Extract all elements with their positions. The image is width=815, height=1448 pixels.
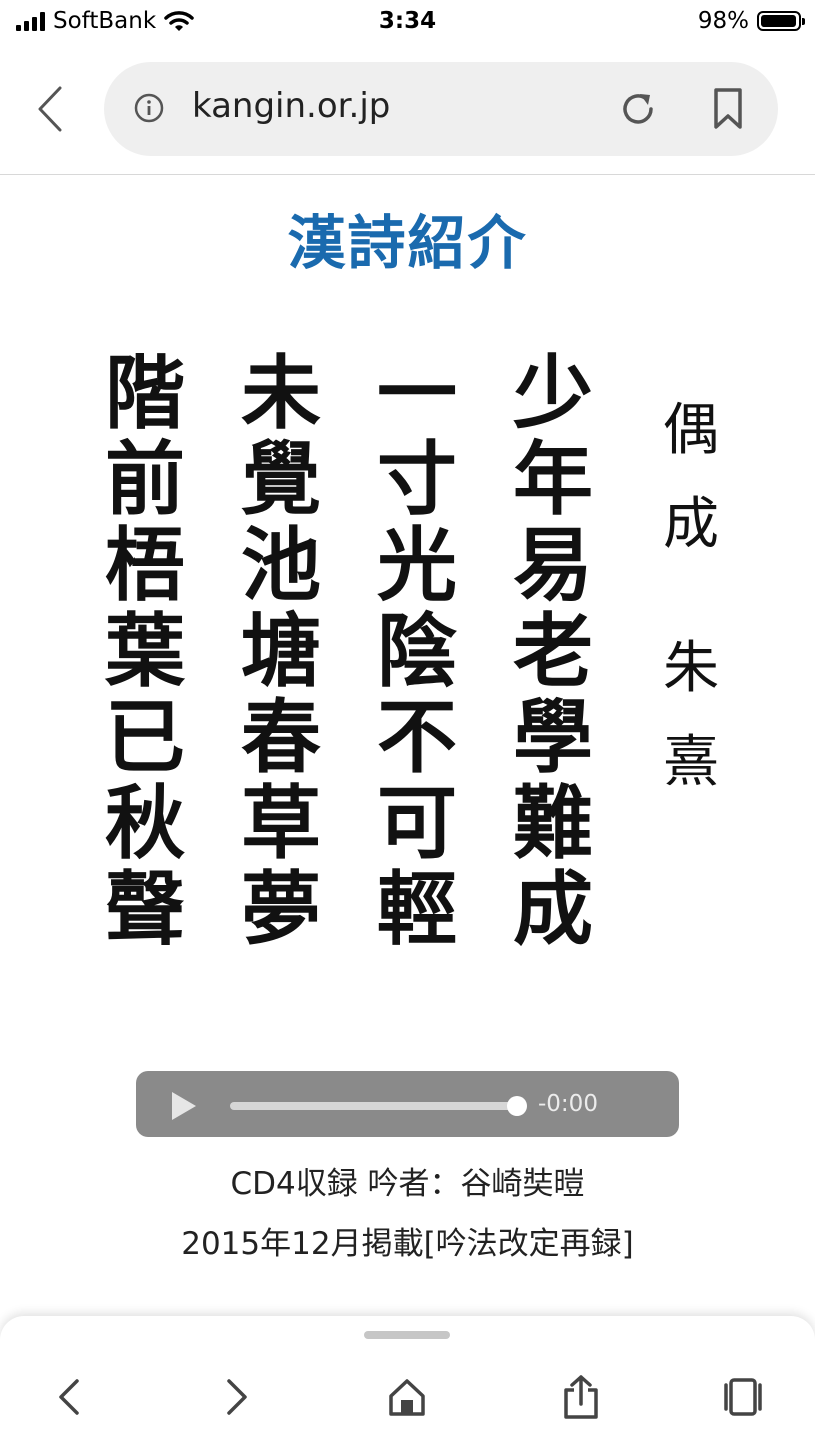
poem-char: 塘: [241, 604, 321, 698]
share-button[interactable]: [558, 1374, 604, 1420]
poem-char: 一: [377, 346, 457, 440]
poem-char: 已: [105, 690, 185, 784]
poem-char: 階: [105, 346, 185, 440]
info-icon[interactable]: [134, 93, 164, 123]
poem-char: 偶: [663, 398, 719, 463]
poem-char: 輕: [377, 862, 457, 956]
poem-line-4: 階 前 梧 葉 已 秋 聲: [100, 350, 190, 952]
poem-char: 春: [241, 690, 321, 784]
browser-toolbar: kangin.or.jp: [0, 46, 815, 175]
poem-char: 池: [241, 518, 321, 612]
poem-char: 聲: [105, 862, 185, 956]
poem: 偶 成 朱 熹 少 年 易 老 學 難 成 一 寸 光 陰 不 可 輕 未 覺 …: [88, 350, 738, 952]
poem-char: 成: [513, 862, 593, 956]
poem-char: 不: [377, 690, 457, 784]
audio-time: -0:00: [538, 1091, 598, 1117]
status-time: 3:34: [378, 8, 437, 34]
browser-bottom-bar: [0, 1316, 815, 1448]
recording-info: CD4収録 吟者：谷崎奘暟: [230, 1166, 585, 1202]
audio-progress-thumb[interactable]: [507, 1096, 527, 1116]
poem-char: 學: [513, 690, 593, 784]
poem-char: 秋: [105, 776, 185, 870]
home-button[interactable]: [384, 1374, 430, 1420]
address-bar[interactable]: kangin.or.jp: [104, 62, 778, 156]
chevron-right-icon: [227, 1379, 247, 1415]
home-icon: [389, 1379, 425, 1416]
poem-line-1: 少 年 易 老 學 難 成: [508, 350, 598, 952]
poem-char: 夢: [241, 862, 321, 956]
publish-info: 2015年12月掲載[吟法改定再録]: [181, 1226, 634, 1262]
drag-handle[interactable]: [364, 1331, 450, 1339]
poem-char: 少: [513, 346, 593, 440]
poem-title-author-column: 偶 成 朱 熹: [656, 384, 726, 810]
poem-char: 陰: [377, 604, 457, 698]
poem-char: 葉: [105, 604, 185, 698]
poem-char: 難: [513, 776, 593, 870]
nav-forward-button[interactable]: [214, 1374, 260, 1420]
poem-char: 年: [513, 432, 593, 526]
chevron-left-icon: [59, 1379, 79, 1415]
battery-icon: [757, 11, 805, 31]
share-icon: [564, 1375, 598, 1419]
battery-percent: 98%: [697, 8, 749, 34]
poem-char: 寸: [377, 432, 457, 526]
poem-line-2: 一 寸 光 陰 不 可 輕: [372, 350, 462, 952]
poem-char: 成: [663, 492, 719, 557]
poem-char: 易: [513, 518, 593, 612]
poem-char: 可: [377, 776, 457, 870]
status-bar: SoftBank 3:34 98%: [0, 0, 815, 46]
nav-back-button[interactable]: [46, 1374, 92, 1420]
reload-icon[interactable]: [618, 89, 658, 129]
poem-char: 草: [241, 776, 321, 870]
page-title: 漢詩紹介: [287, 209, 528, 277]
poem-char: 前: [105, 432, 185, 526]
poem-char: 老: [513, 604, 593, 698]
status-right: 98%: [697, 8, 805, 34]
poem-char: 朱: [663, 636, 719, 701]
bookmark-icon[interactable]: [710, 87, 746, 131]
play-icon[interactable]: [166, 1089, 200, 1123]
audio-progress-track[interactable]: [230, 1102, 520, 1110]
url-text[interactable]: kangin.or.jp: [192, 86, 390, 126]
chevron-left-icon: [38, 86, 62, 132]
poem-char: 光: [377, 518, 457, 612]
tabs-icon: [724, 1378, 762, 1416]
poem-char: 未: [241, 346, 321, 440]
poem-line-3: 未 覺 池 塘 春 草 夢: [236, 350, 326, 952]
back-button[interactable]: [30, 84, 70, 134]
audio-player: -0:00: [136, 1071, 679, 1137]
tabs-button[interactable]: [720, 1374, 766, 1420]
poem-char: 熹: [663, 730, 719, 795]
poem-char: 梧: [105, 518, 185, 612]
poem-char: 覺: [241, 432, 321, 526]
